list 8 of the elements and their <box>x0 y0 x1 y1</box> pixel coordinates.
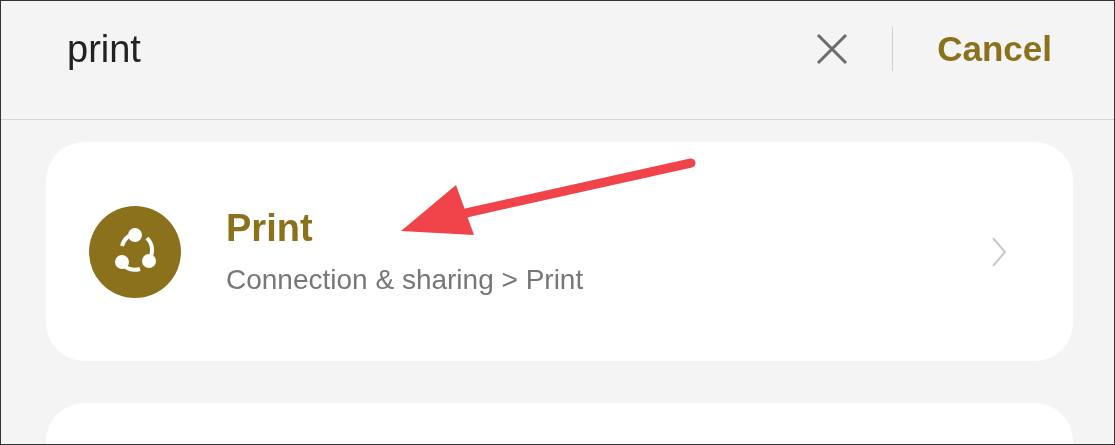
result-path: Connection & sharing > Print <box>226 264 585 296</box>
chevron-icon <box>991 235 1007 268</box>
share-icon <box>89 205 181 298</box>
result-title: Print <box>226 207 314 250</box>
search-field[interactable]: print <box>67 27 817 71</box>
result-card[interactable]: Print Connection & sharing > Print <box>46 142 1073 361</box>
cancel-button[interactable]: Cancel <box>937 29 1052 69</box>
close-icon[interactable] <box>816 33 849 65</box>
